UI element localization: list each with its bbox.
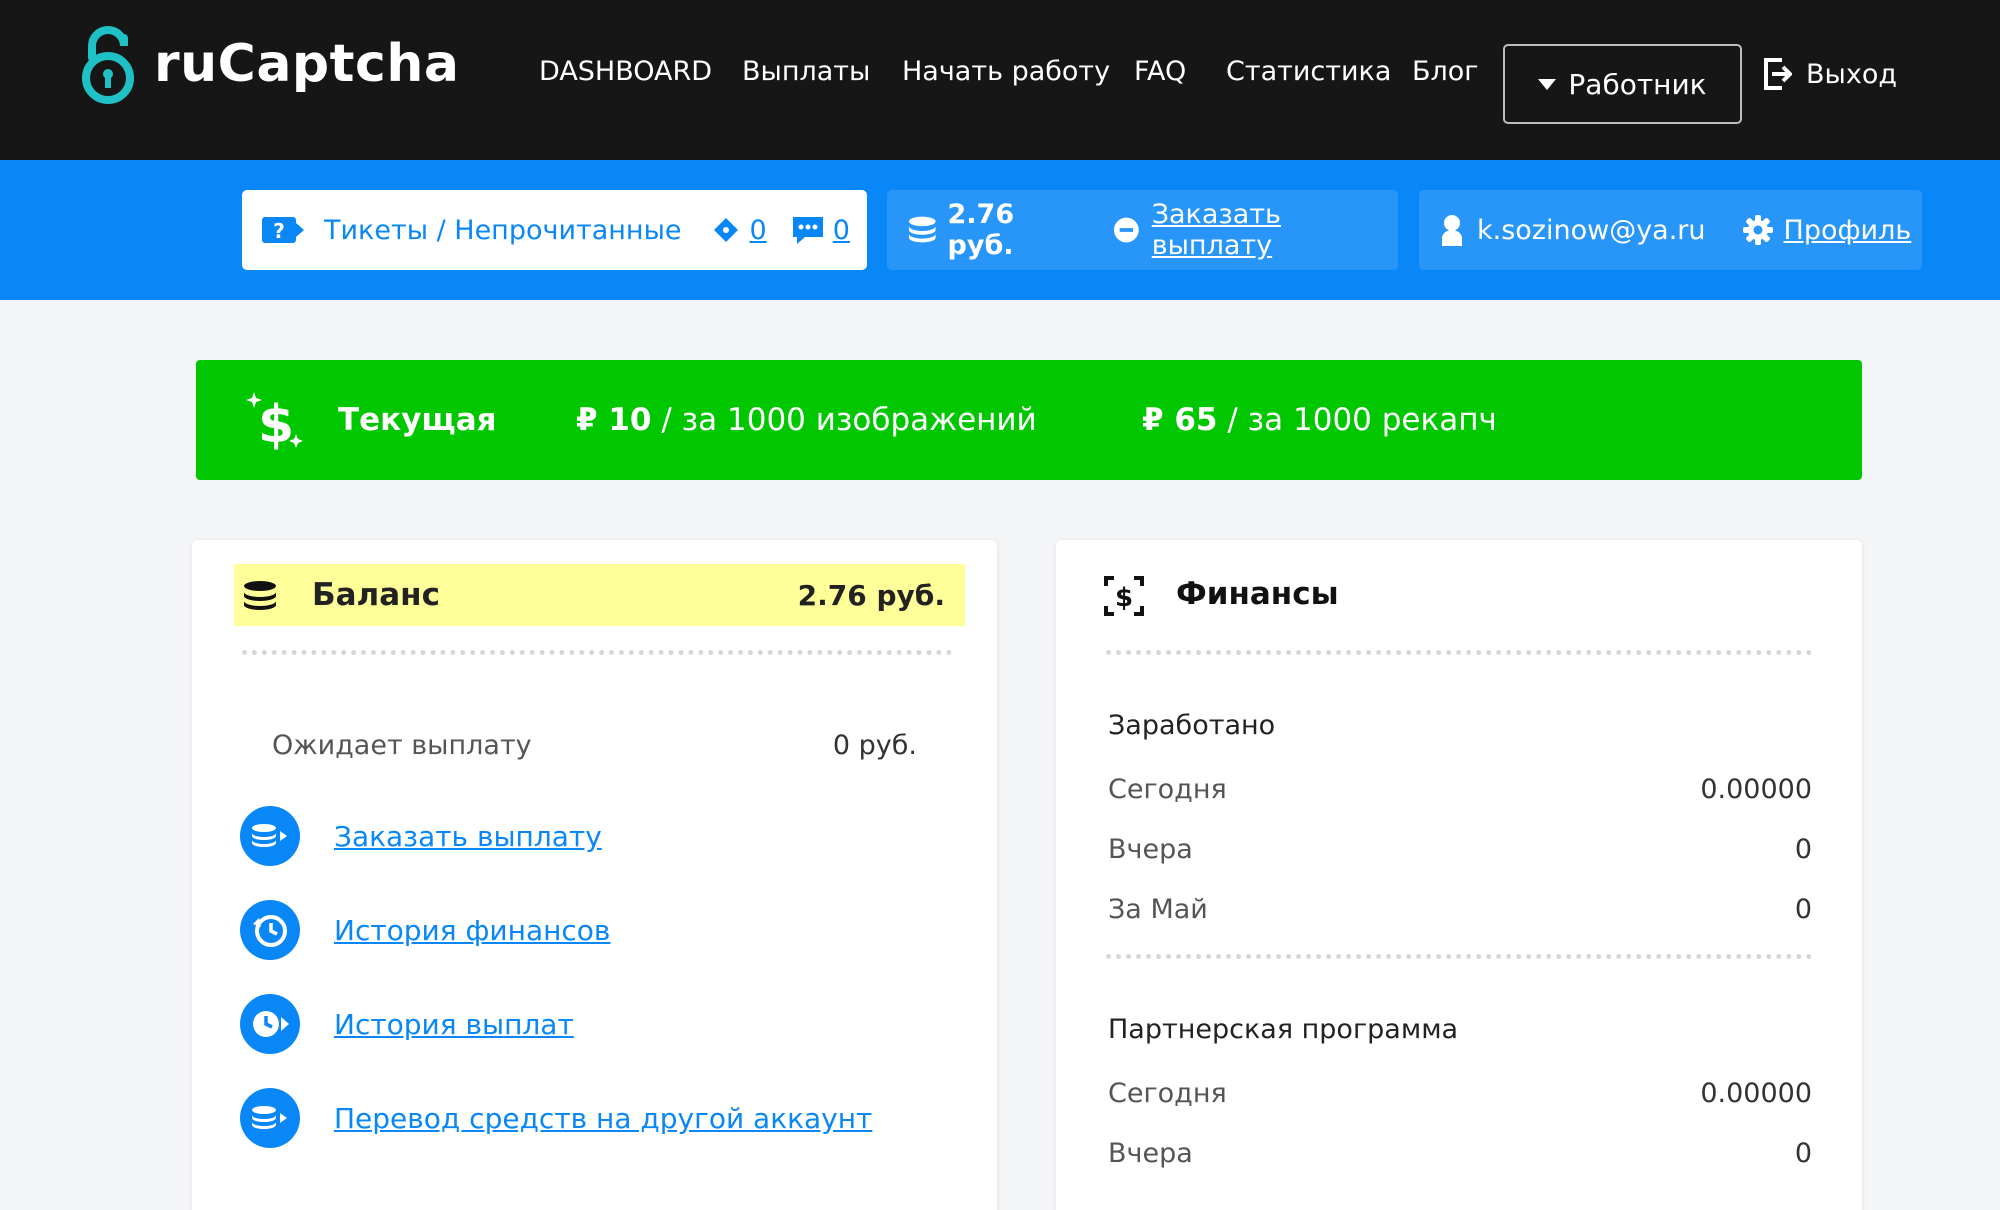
earned-yesterday-value: 0	[1794, 834, 1812, 865]
payout-history-row[interactable]: История выплат	[240, 994, 574, 1054]
current-rate-banner: $ Текущая ₽ 10 / за 1000 изображений ₽ 6…	[196, 360, 1862, 480]
recaptcha-rate-price: ₽ 65	[1142, 402, 1218, 438]
coins-arrow-icon	[240, 806, 300, 866]
partner-title: Партнерская программа	[1108, 1014, 1459, 1045]
svg-text:$: $	[1115, 583, 1133, 613]
toolbar-balance: 2.76 руб.	[947, 199, 1015, 261]
nav-dashboard[interactable]: DASHBOARD	[539, 56, 712, 87]
image-rate: ₽ 10 / за 1000 изображений	[576, 402, 1037, 438]
nav-faq[interactable]: FAQ	[1134, 56, 1186, 87]
balance-panel: 2.76 руб. Заказать выплату	[887, 190, 1398, 270]
user-panel: k.sozinow@ya.ru Профиль	[1419, 190, 1922, 270]
minus-circle-icon	[1113, 217, 1139, 243]
coins-stack-icon	[244, 581, 276, 610]
pending-label: Ожидает выплату	[272, 730, 532, 761]
earned-today-label: Сегодня	[1108, 774, 1227, 805]
logout-button[interactable]: Выход	[1762, 56, 1897, 92]
nav-blog[interactable]: Блог	[1412, 56, 1479, 87]
recaptcha-rate-unit: / за 1000 рекапч	[1217, 402, 1497, 438]
earned-month-value: 0	[1794, 894, 1812, 925]
profile-link[interactable]: Профиль	[1784, 215, 1912, 246]
divider	[242, 650, 952, 655]
balance-header: Баланс 2.76 руб.	[234, 564, 965, 626]
transfer-row[interactable]: Перевод средств на другой аккаунт	[240, 1088, 872, 1148]
chat-icon	[792, 217, 823, 244]
coins-transfer-icon	[240, 1088, 300, 1148]
rate-label: Текущая	[338, 402, 497, 438]
balance-title: Баланс	[312, 577, 440, 613]
coins-icon	[908, 216, 936, 243]
svg-text:?: ?	[273, 219, 285, 243]
earned-month-label: За Май	[1108, 894, 1208, 925]
gear-icon	[1742, 215, 1773, 245]
transfer-link[interactable]: Перевод средств на другой аккаунт	[334, 1102, 872, 1135]
order-payout-link-card[interactable]: Заказать выплату	[334, 820, 602, 853]
dollar-frame-icon: $	[1104, 576, 1144, 616]
earned-yesterday-label: Вчера	[1108, 834, 1193, 865]
messages-count-link[interactable]: 0	[833, 215, 850, 246]
user-icon	[1442, 215, 1462, 246]
user-email: k.sozinow@ya.ru	[1477, 214, 1706, 246]
finance-card: $ Финансы Заработано Сегодня 0.00000 Вче…	[1056, 540, 1862, 1210]
nav-payouts[interactable]: Выплаты	[742, 56, 870, 87]
payout-history-link[interactable]: История выплат	[334, 1008, 574, 1041]
caret-down-icon	[1538, 78, 1557, 90]
image-rate-unit: / за 1000 изображений	[651, 402, 1037, 438]
clock-arrow-icon	[240, 994, 300, 1054]
logout-label: Выход	[1806, 58, 1898, 90]
earned-today-value: 0.00000	[1700, 774, 1812, 805]
dollar-sparkle-icon: $	[246, 392, 303, 452]
finance-history-row[interactable]: История финансов	[240, 900, 610, 960]
padlock-logo-icon	[82, 26, 134, 104]
role-label: Работник	[1568, 67, 1707, 101]
ticket-question-icon: ?	[262, 217, 304, 243]
role-dropdown-button[interactable]: Работник	[1503, 44, 1742, 124]
tickets-count-link[interactable]: 0	[750, 215, 767, 246]
tickets-link[interactable]: Тикеты / Непрочитанные	[324, 215, 682, 246]
logo[interactable]: ruCaptcha	[80, 24, 459, 104]
top-header: ruCaptcha DASHBOARD Выплаты Начать работ…	[0, 0, 2000, 160]
logo-text: ruCaptcha	[154, 34, 460, 94]
balance-value: 2.76 руб.	[797, 578, 945, 612]
recaptcha-rate: ₽ 65 / за 1000 рекапч	[1142, 402, 1497, 438]
finance-history-link[interactable]: История финансов	[334, 914, 610, 947]
partner-yesterday-value: 0	[1794, 1138, 1812, 1169]
ticket-icon	[713, 218, 738, 242]
finance-title: Финансы	[1176, 576, 1339, 612]
earned-title: Заработано	[1108, 710, 1276, 741]
image-rate-price: ₽ 10	[576, 402, 652, 438]
svg-text:$: $	[258, 395, 294, 452]
partner-yesterday-label: Вчера	[1108, 1138, 1193, 1169]
partner-today-label: Сегодня	[1108, 1078, 1227, 1109]
account-toolbar: ? Тикеты / Непрочитанные 0 0 2.76 руб. З…	[0, 160, 2000, 300]
history-icon	[240, 900, 300, 960]
order-payout-row[interactable]: Заказать выплату	[240, 806, 602, 866]
divider	[1106, 650, 1812, 655]
divider	[1106, 954, 1812, 959]
nav-start-work[interactable]: Начать работу	[902, 56, 1110, 87]
nav-statistics[interactable]: Статистика	[1226, 56, 1391, 87]
partner-today-value: 0.00000	[1700, 1078, 1812, 1109]
pending-value: 0 руб.	[832, 730, 917, 761]
order-payout-link[interactable]: Заказать выплату	[1152, 199, 1398, 261]
tickets-panel: ? Тикеты / Непрочитанные 0 0	[242, 190, 867, 270]
balance-card: Баланс 2.76 руб. Ожидает выплату 0 руб. …	[192, 540, 997, 1210]
logout-icon	[1764, 58, 1792, 90]
